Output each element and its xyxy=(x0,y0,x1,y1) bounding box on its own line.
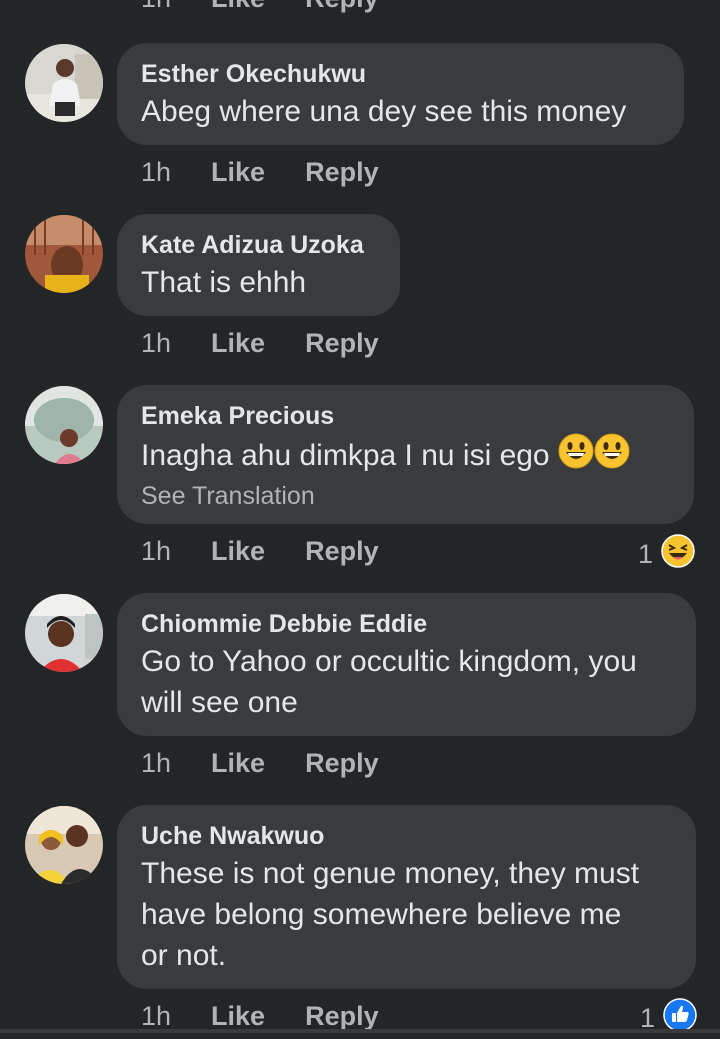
comment-actions: 1h Like Reply xyxy=(141,743,379,783)
comment-bubble: Kate Adizua Uzoka That is ehhh xyxy=(117,214,400,316)
reaction-summary[interactable]: 1 xyxy=(638,534,695,575)
comment-time: 1h xyxy=(141,327,172,358)
comment-text-line: will see one xyxy=(141,686,298,719)
comment-bubble: Uche Nwakwuo These is not genue money, t… xyxy=(117,805,696,989)
like-button[interactable]: Like xyxy=(211,748,265,779)
like-button[interactable]: Like xyxy=(211,157,265,188)
comment-text-line: or not. xyxy=(141,939,227,972)
comment-author[interactable]: Emeka Precious xyxy=(141,401,670,431)
comment-time: 1h xyxy=(141,156,172,187)
comment-text-line: These is not genue money, they must xyxy=(141,857,640,890)
like-button[interactable]: Like xyxy=(211,1001,265,1032)
comment-author[interactable]: Uche Nwakwuo xyxy=(141,821,672,851)
comment-actions-previous: 1h Like Reply xyxy=(141,0,379,18)
grinning-emoji xyxy=(558,433,594,480)
like-button[interactable]: Like xyxy=(211,536,265,567)
comment-actions: 1h Like Reply xyxy=(141,531,379,571)
comment-time: 1h xyxy=(141,1000,172,1031)
comment-text-line: have belong somewhere believe me xyxy=(141,898,622,931)
comment-bubble: Esther Okechukwu Abeg where una dey see … xyxy=(117,43,684,145)
like-button[interactable]: Like xyxy=(211,328,265,359)
avatar[interactable] xyxy=(25,806,103,884)
comment-text-content: Inagha ahu dimkpa I nu isi ego xyxy=(141,439,550,472)
comment-author[interactable]: Chiommie Debbie Eddie xyxy=(141,609,672,639)
see-translation-link[interactable]: See Translation xyxy=(141,482,670,511)
comment-text: That is ehhh xyxy=(141,266,307,299)
comment-text: Go to Yahoo or occultic kingdom, you wil… xyxy=(141,641,672,723)
laughing-emoji-icon xyxy=(661,534,695,575)
avatar[interactable] xyxy=(25,44,103,122)
reply-button[interactable]: Reply xyxy=(305,536,379,567)
comment-text: These is not genue money, they must have… xyxy=(141,853,672,976)
like-button[interactable]: Like xyxy=(211,0,265,14)
comment-text: Abeg where una dey see this money xyxy=(141,95,627,128)
comment-text-line: Go to Yahoo or occultic kingdom, you xyxy=(141,645,637,678)
comment-time: 1h xyxy=(141,747,172,778)
avatar[interactable] xyxy=(25,215,103,293)
comment-text: Inagha ahu dimkpa I nu isi ego xyxy=(141,433,670,480)
comment-author[interactable]: Esther Okechukwu xyxy=(141,59,660,89)
reply-button[interactable]: Reply xyxy=(305,157,379,188)
comment-time: 1h xyxy=(141,0,171,14)
comment-bubble: Emeka Precious Inagha ahu dimkpa I nu is… xyxy=(117,385,694,524)
comment-actions: 1h Like Reply xyxy=(141,152,379,192)
reply-button[interactable]: Reply xyxy=(305,0,379,14)
comment-bubble: Chiommie Debbie Eddie Go to Yahoo or occ… xyxy=(117,593,696,736)
comment-actions: 1h Like Reply xyxy=(141,323,379,363)
reply-button[interactable]: Reply xyxy=(305,1001,379,1032)
reply-button[interactable]: Reply xyxy=(305,748,379,779)
grinning-emoji xyxy=(594,433,630,480)
divider xyxy=(0,1029,720,1033)
avatar[interactable] xyxy=(25,594,103,672)
reaction-count: 1 xyxy=(638,539,654,569)
avatar[interactable] xyxy=(25,386,103,464)
reply-button[interactable]: Reply xyxy=(305,328,379,359)
comment-author[interactable]: Kate Adizua Uzoka xyxy=(141,230,376,260)
comment-time: 1h xyxy=(141,535,172,566)
